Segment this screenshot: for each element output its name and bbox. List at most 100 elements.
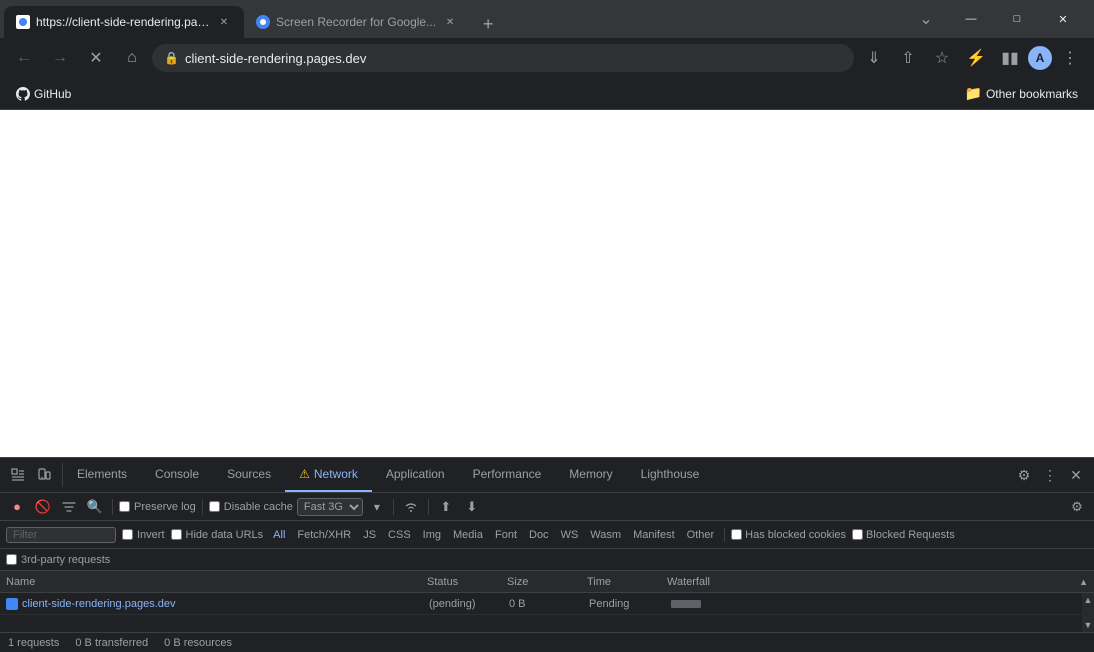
record-button[interactable]: ● (6, 496, 28, 518)
tab-lighthouse[interactable]: Lighthouse (627, 458, 714, 492)
network-rows-area: client-side-rendering.pages.dev (pending… (0, 593, 1094, 632)
scroll-up-button[interactable]: ▲ (1082, 593, 1094, 607)
col-status[interactable]: Status (427, 576, 507, 588)
filter-chip-other[interactable]: Other (683, 528, 719, 542)
hide-data-urls-checkbox[interactable]: Hide data URLs (171, 529, 264, 541)
share-button[interactable]: ⇧ (892, 42, 924, 74)
devtools-device-button[interactable] (32, 463, 56, 487)
filter-chip-media[interactable]: Media (449, 528, 487, 542)
github-icon (16, 87, 30, 101)
other-bookmarks[interactable]: 📁 Other bookmarks (957, 81, 1086, 106)
new-tab-button[interactable]: + (474, 10, 502, 38)
filter-input[interactable] (6, 527, 116, 543)
table-row[interactable]: client-side-rendering.pages.dev (pending… (0, 593, 1082, 615)
network-scrollbar[interactable]: ▲ ▼ (1082, 593, 1094, 632)
menu-button[interactable]: ⋮ (1054, 42, 1086, 74)
blocked-requests-input[interactable] (852, 529, 863, 540)
tab-overflow-button[interactable]: ⌄ (912, 0, 940, 38)
preserve-log-input[interactable] (119, 501, 130, 512)
tab-2[interactable]: Screen Recorder for Google... ✕ (244, 6, 470, 38)
reload-button[interactable]: ✕ (80, 42, 112, 74)
warning-icon: ⚠ (299, 467, 310, 481)
filter-chip-all[interactable]: All (269, 528, 289, 542)
devtools-settings-button[interactable]: ⚙ (1012, 463, 1036, 487)
filter-chip-js[interactable]: JS (359, 528, 380, 542)
sidebar-button[interactable]: ▮▮ (994, 42, 1026, 74)
invert-input[interactable] (122, 529, 133, 540)
devtools-close-button[interactable]: ✕ (1064, 463, 1088, 487)
tab-performance[interactable]: Performance (459, 458, 556, 492)
minimize-button[interactable]: — (948, 3, 994, 35)
devtools-filter-bar: Invert Hide data URLs All Fetch/XHR JS C… (0, 521, 1094, 549)
tab-sources[interactable]: Sources (213, 458, 285, 492)
disable-cache-checkbox[interactable]: Disable cache (209, 501, 293, 513)
forward-button[interactable]: → (44, 42, 76, 74)
col-name[interactable]: Name (6, 576, 427, 588)
filter-chip-ws[interactable]: WS (557, 528, 583, 542)
filter-chip-doc[interactable]: Doc (525, 528, 553, 542)
row-size: 0 B (509, 598, 589, 610)
nav-actions: ⇓ ⇧ ☆ ⚡ ▮▮ A ⋮ (858, 42, 1086, 74)
third-party-checkbox[interactable]: 3rd-party requests (6, 554, 110, 566)
scroll-down-button[interactable]: ▼ (1082, 618, 1094, 632)
tab-console[interactable]: Console (141, 458, 213, 492)
filter-chip-font[interactable]: Font (491, 528, 521, 542)
third-party-input[interactable] (6, 554, 17, 565)
row-waterfall (669, 597, 1076, 611)
has-blocked-cookies-input[interactable] (731, 529, 742, 540)
title-bar: https://client-side-rendering.pag... ✕ S… (0, 0, 1094, 38)
tab-1-title: https://client-side-rendering.pag... (36, 15, 210, 29)
tab-elements[interactable]: Elements (63, 458, 141, 492)
bookmark-button[interactable]: ☆ (926, 42, 958, 74)
blocked-requests-checkbox[interactable]: Blocked Requests (852, 529, 955, 541)
nav-bar: ← → ✕ ⌂ 🔒 client-side-rendering.pages.de… (0, 38, 1094, 78)
col-size[interactable]: Size (507, 576, 587, 588)
tab-2-close[interactable]: ✕ (442, 14, 458, 30)
filter-chip-manifest[interactable]: Manifest (629, 528, 679, 542)
disable-cache-input[interactable] (209, 501, 220, 512)
filter-chip-wasm[interactable]: Wasm (586, 528, 625, 542)
network-settings-button[interactable]: ⚙ (1066, 496, 1088, 518)
close-button[interactable]: ✕ (1040, 3, 1086, 35)
upload-har-button[interactable]: ⬆ (435, 496, 457, 518)
filter-chip-fetch-xhr[interactable]: Fetch/XHR (293, 528, 355, 542)
maximize-button[interactable]: □ (994, 3, 1040, 35)
address-text: client-side-rendering.pages.dev (185, 51, 842, 66)
bookmarks-bar: GitHub 📁 Other bookmarks (0, 78, 1094, 110)
tab-1-close[interactable]: ✕ (216, 14, 232, 30)
devtools-inspect-button[interactable] (6, 463, 30, 487)
invert-checkbox[interactable]: Invert (122, 529, 165, 541)
back-button[interactable]: ← (8, 42, 40, 74)
filter-chip-img[interactable]: Img (419, 528, 445, 542)
tab-memory[interactable]: Memory (555, 458, 626, 492)
row-time: Pending (589, 598, 669, 610)
devtools-icons-left (0, 463, 63, 487)
save-to-phone-button[interactable]: ⇓ (858, 42, 890, 74)
search-button[interactable]: 🔍 (84, 496, 106, 518)
download-har-button[interactable]: ⬇ (461, 496, 483, 518)
github-bookmark[interactable]: GitHub (8, 83, 79, 105)
has-blocked-cookies-checkbox[interactable]: Has blocked cookies (731, 529, 846, 541)
clear-button[interactable]: 🚫 (32, 496, 54, 518)
home-button[interactable]: ⌂ (116, 42, 148, 74)
other-bookmarks-label: Other bookmarks (986, 87, 1078, 101)
col-waterfall[interactable]: Waterfall ▲ (667, 576, 1088, 588)
extensions-button[interactable]: ⚡ (960, 42, 992, 74)
filter-toggle-button[interactable] (58, 496, 80, 518)
throttle-select[interactable]: Fast 3G (297, 498, 363, 516)
devtools-more-button[interactable]: ⋮ (1038, 463, 1062, 487)
address-bar[interactable]: 🔒 client-side-rendering.pages.dev (152, 44, 854, 72)
filter-chip-css[interactable]: CSS (384, 528, 415, 542)
waterfall-sort-icon: ▲ (1079, 577, 1088, 587)
throttle-dropdown-icon[interactable]: ▾ (367, 497, 387, 517)
hide-data-urls-input[interactable] (171, 529, 182, 540)
transferred-size: 0 B transferred (75, 637, 148, 649)
preserve-log-checkbox[interactable]: Preserve log (119, 501, 196, 513)
chrome-window: https://client-side-rendering.pag... ✕ S… (0, 0, 1094, 652)
tab-network[interactable]: ⚠ Network (285, 458, 372, 492)
tab-1[interactable]: https://client-side-rendering.pag... ✕ (4, 6, 244, 38)
col-time[interactable]: Time (587, 576, 667, 588)
tab-application[interactable]: Application (372, 458, 459, 492)
profile-avatar[interactable]: A (1028, 46, 1052, 70)
wifi-conditions-button[interactable] (400, 496, 422, 518)
